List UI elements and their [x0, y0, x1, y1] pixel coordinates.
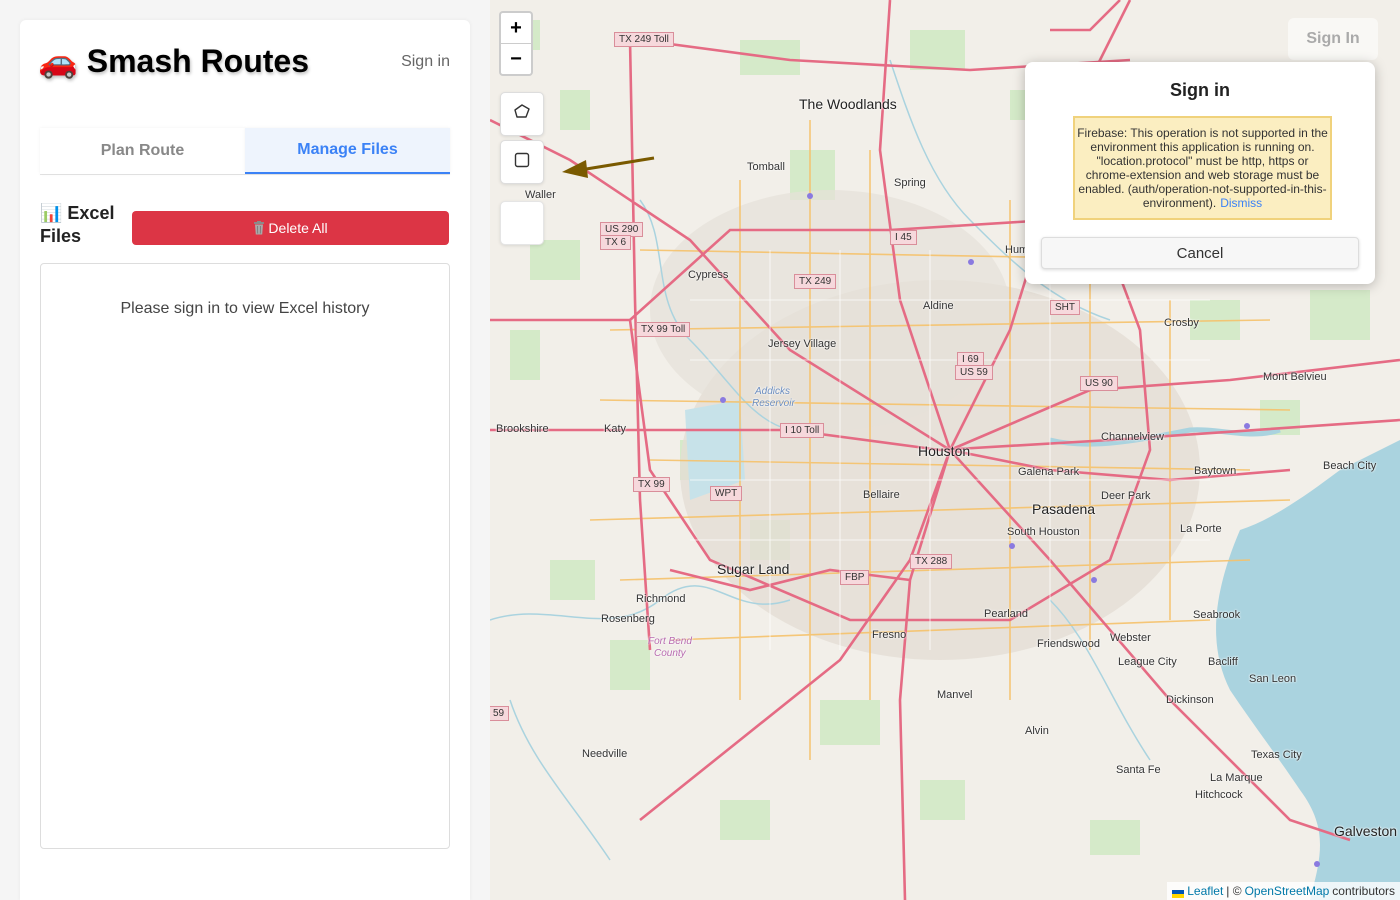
map-label-aldine: Aldine	[923, 300, 954, 312]
app-title: 🚗 Smash Routes	[38, 43, 310, 79]
map-label-channelview: Channelview	[1101, 431, 1164, 443]
map-label-webster: Webster	[1110, 632, 1151, 644]
map-label-reservoir: Reservoir	[752, 398, 795, 409]
map-label-tomball: Tomball	[747, 161, 785, 173]
map-label-crosby: Crosby	[1164, 317, 1199, 329]
tab-plan-route[interactable]: Plan Route	[40, 128, 245, 174]
map-label-baytown: Baytown	[1194, 465, 1237, 477]
shield-us-90: US 90	[1080, 376, 1118, 391]
openstreetmap-link[interactable]: OpenStreetMap	[1245, 884, 1330, 898]
shield-fbp: FBP	[840, 570, 870, 585]
map-label-jersey-village: Jersey Village	[768, 338, 837, 350]
map-attribution: Leaflet | © OpenStreetMap contributors	[1167, 882, 1400, 900]
map-label-needville: Needville	[582, 748, 628, 760]
shield-sht: SHT	[1050, 300, 1080, 315]
map-label-beach-city: Beach City	[1323, 460, 1377, 472]
excel-files-list: Please sign in to view Excel history	[40, 263, 450, 849]
shield-us-59: US 59	[955, 365, 993, 380]
map-label-south-houston: South Houston	[1007, 526, 1080, 538]
dismiss-link[interactable]: Dismiss	[1220, 196, 1262, 210]
tab-manage-files[interactable]: Manage Files	[245, 128, 450, 174]
zoom-control: + −	[499, 11, 533, 76]
map-label-hitchcock: Hitchcock	[1195, 789, 1243, 801]
shield-tx-99-toll: TX 99 Toll	[636, 322, 691, 337]
shield-i-45: I 45	[890, 230, 917, 245]
map-label-seabrook: Seabrook	[1193, 609, 1241, 621]
delete-all-label: Delete All	[268, 220, 328, 236]
attribution-suffix: contributors	[1332, 884, 1395, 898]
map-label-league-city: League City	[1118, 656, 1177, 668]
map-label-fort-bend: Fort Bend	[648, 636, 692, 647]
draw-tool-blank-button[interactable]	[500, 201, 544, 245]
tab-bar: Plan Route Manage Files	[40, 128, 450, 175]
trash-icon	[253, 221, 265, 235]
delete-all-button[interactable]: Delete All	[132, 211, 449, 245]
map-label-galveston: Galveston	[1334, 823, 1398, 839]
shield-tx-99: TX 99	[633, 477, 670, 492]
map-label-mont-belvieu: Mont Belvieu	[1263, 371, 1327, 383]
shield-tx-249-toll: TX 249 Toll	[614, 32, 674, 47]
draw-polygon-button[interactable]	[500, 92, 544, 136]
modal-title: Sign in	[1170, 80, 1230, 100]
shield-tx-6: TX 6	[600, 235, 632, 250]
zoom-out-button[interactable]: −	[501, 44, 531, 74]
cancel-button[interactable]: Cancel	[1041, 237, 1359, 269]
shield-tx-249: TX 249	[794, 274, 837, 289]
sidebar: 🚗 Smash Routes Sign in Plan Route Manage…	[20, 20, 470, 900]
map-label-santa-fe: Santa Fe	[1116, 764, 1161, 776]
shield-tx-288: TX 288	[910, 554, 953, 569]
map-label-sugar-land: Sugar Land	[717, 561, 790, 577]
map-label-bacliff: Bacliff	[1208, 656, 1238, 668]
zoom-in-button[interactable]: +	[501, 13, 531, 44]
map-label-houston: Houston	[918, 443, 971, 459]
map-label-the-woodlands: The Woodlands	[799, 96, 897, 112]
shield-wpt: WPT	[710, 486, 743, 501]
map-label-la-porte: La Porte	[1180, 523, 1222, 535]
polygon-draw-icon	[513, 103, 531, 126]
attribution-separator: | ©	[1226, 884, 1242, 898]
error-text: Firebase: This operation is not supporte…	[1077, 126, 1328, 210]
draw-rectangle-button[interactable]	[500, 140, 544, 184]
map-label-spring: Spring	[894, 177, 926, 189]
map-label-cypress: Cypress	[688, 269, 729, 281]
map-label-alvin: Alvin	[1025, 725, 1049, 737]
shield-59: 59	[490, 706, 510, 721]
map-label-pearland: Pearland	[984, 608, 1029, 620]
leaflet-link[interactable]: Leaflet	[1187, 884, 1223, 898]
rectangle-draw-icon	[513, 151, 531, 174]
sign-in-link[interactable]: Sign in	[401, 53, 450, 71]
map-label-manvel: Manvel	[937, 689, 973, 701]
sign-in-modal: Sign in Firebase: This operation is not …	[1025, 62, 1375, 284]
map-label-addicks: Addicks	[755, 386, 791, 397]
map-label-la-marque: La Marque	[1210, 772, 1263, 784]
empty-state-message: Please sign in to view Excel history	[120, 300, 370, 317]
map-sign-in-button[interactable]: Sign In	[1288, 18, 1378, 60]
map-label-richmond: Richmond	[636, 593, 686, 605]
map-label-waller: Waller	[525, 189, 556, 201]
map-label-deer-park: Deer Park	[1101, 490, 1151, 502]
map-label-katy: Katy	[604, 423, 627, 435]
map-label-friendswood: Friendswood	[1037, 638, 1100, 650]
map-label-san-leon: San Leon	[1249, 673, 1297, 685]
excel-files-heading: 📊 Excel Files	[40, 203, 115, 246]
map-label-bellaire: Bellaire	[863, 489, 900, 501]
shield-i-10-toll: I 10 Toll	[780, 423, 825, 438]
map-label-dickinson: Dickinson	[1166, 694, 1214, 706]
ukraine-flag-icon	[1172, 887, 1185, 898]
map-label-galena-park: Galena Park	[1018, 466, 1080, 478]
map-label-texas-city: Texas City	[1251, 749, 1302, 761]
firebase-error-message: Firebase: This operation is not supporte…	[1073, 116, 1332, 220]
map-label-pasadena: Pasadena	[1032, 501, 1096, 517]
map-label-rosenberg: Rosenberg	[601, 613, 655, 625]
map-label-fresno: Fresno	[872, 629, 907, 641]
map-label-brookshire: Brookshire	[496, 423, 549, 435]
map-label-county: County	[654, 648, 686, 659]
